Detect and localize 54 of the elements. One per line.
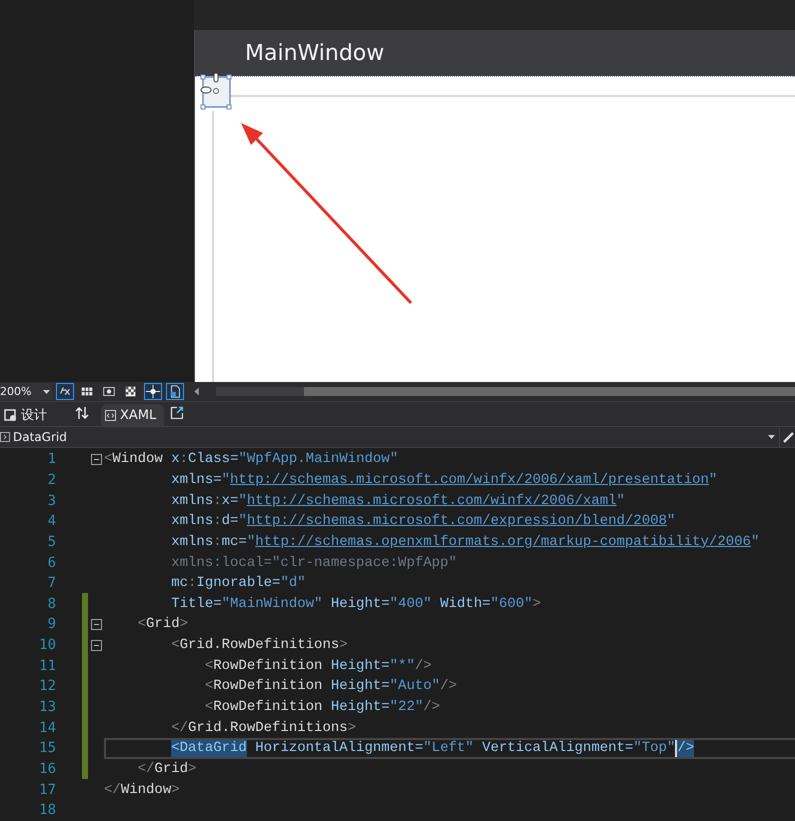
collapse-icon[interactable] <box>90 618 102 630</box>
line-number: 7 <box>46 575 56 592</box>
code-line: <RowDefinition Height="Auto"/> <box>204 677 457 696</box>
line-number: 4 <box>46 513 56 530</box>
collapse-icon[interactable] <box>90 454 102 465</box>
edit-icon[interactable] <box>781 430 795 444</box>
line-number: 1 <box>46 451 56 468</box>
line-number: 8 <box>46 596 56 612</box>
line-number: 12 <box>38 678 56 694</box>
code-line: xmlns:local="clr-namespace:WpfApp" <box>170 554 457 573</box>
line-number: 14 <box>38 720 56 736</box>
line-number: 10 <box>38 637 56 654</box>
code-line: <Grid> <box>136 615 188 634</box>
code-view-icon <box>105 410 116 420</box>
line-number: 5 <box>46 534 56 550</box>
collapse-icon[interactable] <box>90 640 102 651</box>
line-number: 11 <box>38 658 56 674</box>
code-line: <RowDefinition Height="*"/> <box>204 656 432 676</box>
line-number: 9 <box>46 616 56 632</box>
code-line: </Grid> <box>136 760 196 779</box>
view-tab[interactable]: 设计 <box>0 404 55 426</box>
line-number: 6 <box>46 554 56 571</box>
line-number: 2 <box>46 472 56 488</box>
caret-icon <box>43 390 50 394</box>
design-view-icon <box>4 408 17 422</box>
snap-crosshair-icon[interactable] <box>144 383 162 400</box>
window-title: MainWindow <box>245 40 384 66</box>
caret-icon <box>768 435 775 439</box>
code-line: <DataGrid HorizontalAlignment="Left" VerticalAlignment="Top"/> <box>170 738 694 758</box>
popout-icon[interactable] <box>170 406 184 419</box>
code-line: Title="MainWindow" Height="400" Width="600"> <box>170 594 541 614</box>
code-line: xmlns:x="http://schemas.microsoft.com/winfx/2006/xaml" <box>170 492 625 511</box>
document-icon[interactable] <box>166 383 184 400</box>
code-line: xmlns="http://schemas.microsoft.com/winfx/2006/xaml/presentation" <box>170 470 718 490</box>
code-line: <Grid.RowDefinitions> <box>170 636 348 656</box>
zoom-dropdown[interactable]: 200% <box>0 383 52 400</box>
line-number: 15 <box>38 740 56 756</box>
code-line: xmlns:d="http://schemas.microsoft.com/expression/blend/2008" <box>170 512 676 532</box>
code-line: <RowDefinition Height="22"/> <box>204 698 440 717</box>
formula-icon[interactable] <box>56 383 74 400</box>
code-line: </Window> <box>104 780 180 800</box>
code-line: xmlns:mc="http://schemas.openxmlformats.org/markup-compatibility/2006" <box>170 532 760 552</box>
line-number: 17 <box>38 782 56 798</box>
element-icon <box>0 432 10 442</box>
line-number: 16 <box>38 760 56 777</box>
view-tab[interactable]: XAML <box>101 404 164 426</box>
code-line: <Window x:Class="WpfApp.MainWindow" <box>104 450 398 470</box>
swap-panes-icon[interactable] <box>75 406 89 420</box>
horizontal-scrollbar[interactable] <box>216 387 795 396</box>
line-number: 13 <box>38 699 56 715</box>
code-line: mc:Ignorable="d" <box>170 574 306 594</box>
code-line: </Grid.RowDefinitions> <box>170 718 356 738</box>
line-number: 3 <box>46 492 56 509</box>
line-number: 18 <box>38 802 56 818</box>
